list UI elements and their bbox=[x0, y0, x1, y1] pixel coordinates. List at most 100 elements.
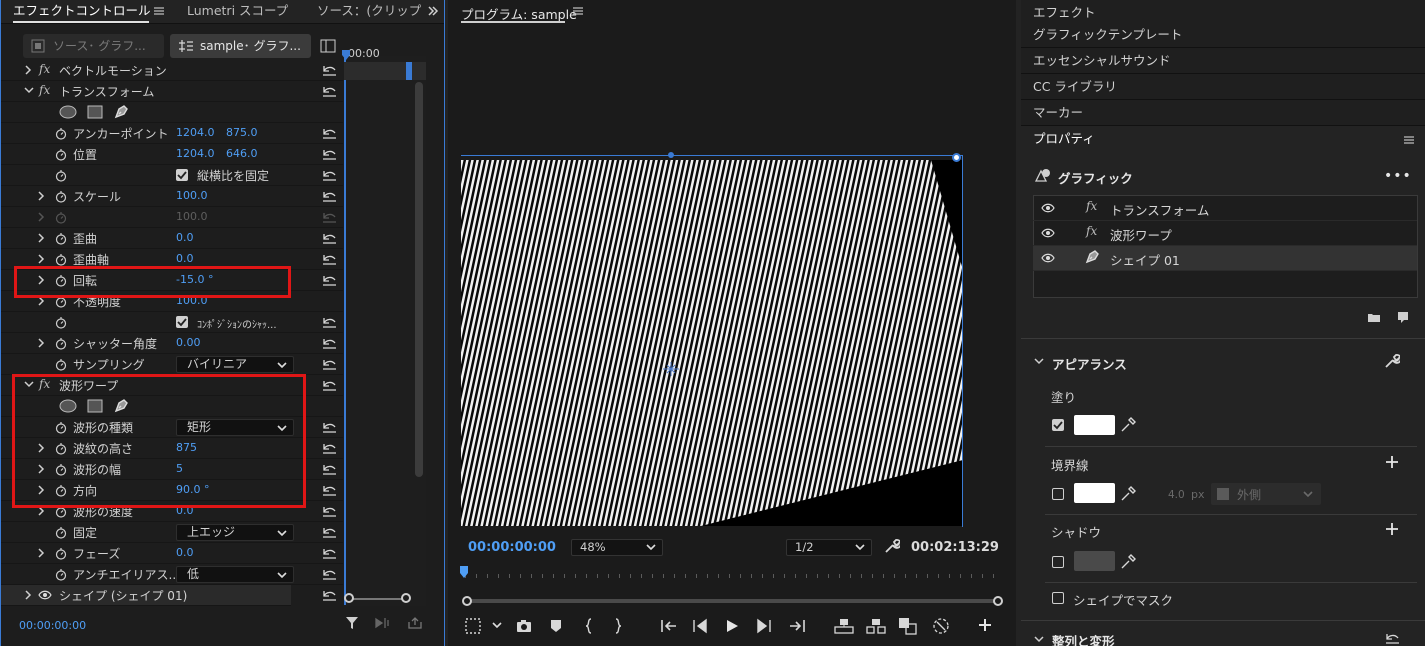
section-graphic-templates[interactable]: グラフィックテンプレート bbox=[1021, 22, 1425, 48]
reset-icon[interactable] bbox=[321, 442, 337, 454]
uniform-scale-checkbox[interactable] bbox=[176, 169, 188, 181]
program-time-ruler[interactable] bbox=[465, 568, 1000, 582]
hamburger-menu-icon[interactable] bbox=[1403, 135, 1415, 145]
phase-value[interactable]: 0.0 bbox=[176, 546, 194, 559]
toggle-timeline-icon[interactable] bbox=[320, 39, 336, 53]
stopwatch-icon[interactable] bbox=[55, 358, 67, 371]
anchor-point-x-value[interactable]: 1204.0 bbox=[176, 126, 215, 139]
stopwatch-icon[interactable] bbox=[55, 232, 67, 245]
skew-value[interactable]: 0.0 bbox=[176, 231, 194, 244]
reset-icon[interactable] bbox=[321, 589, 337, 601]
eye-icon[interactable] bbox=[38, 590, 52, 600]
stopwatch-icon[interactable] bbox=[55, 169, 67, 182]
selection-handle-corner[interactable] bbox=[952, 153, 961, 162]
go-to-out-icon[interactable] bbox=[788, 618, 806, 634]
scale-value[interactable]: 100.0 bbox=[176, 189, 208, 202]
effect-current-time[interactable]: 00:00:00:00 bbox=[19, 619, 86, 632]
fill-checkbox[interactable] bbox=[1052, 419, 1064, 431]
row-shutter-angle[interactable]: シャッター角度 0.00 bbox=[1, 333, 343, 354]
reset-icon[interactable] bbox=[321, 526, 337, 538]
reset-icon[interactable] bbox=[321, 148, 337, 160]
collapse-arrow-icon[interactable] bbox=[1034, 635, 1044, 643]
zoom-level-dropdown[interactable]: 48% bbox=[571, 539, 663, 556]
clip-bar-end[interactable] bbox=[406, 62, 412, 80]
reset-icon[interactable] bbox=[321, 337, 337, 349]
expand-arrow-icon[interactable] bbox=[24, 590, 32, 600]
vr-video-icon[interactable] bbox=[932, 617, 950, 635]
shadow-color-swatch[interactable] bbox=[1074, 551, 1115, 571]
chevron-down-icon[interactable] bbox=[492, 622, 502, 629]
shadow-checkbox[interactable] bbox=[1052, 556, 1064, 568]
add-shadow-icon[interactable] bbox=[1385, 522, 1399, 536]
tab-lumetri-scopes[interactable]: Lumetri スコープ bbox=[187, 0, 288, 24]
stopwatch-icon[interactable] bbox=[55, 148, 67, 161]
program-scroll-handle-right[interactable] bbox=[993, 596, 1003, 606]
stroke-color-swatch[interactable] bbox=[1074, 483, 1115, 503]
wrench-icon[interactable] bbox=[1384, 353, 1400, 369]
stroke-checkbox[interactable] bbox=[1052, 488, 1064, 500]
stopwatch-icon[interactable] bbox=[55, 547, 67, 560]
row-pinning[interactable]: 固定 上エッジ bbox=[1, 522, 343, 543]
timeline-zoom-handle-right[interactable] bbox=[401, 593, 411, 603]
reset-icon[interactable] bbox=[321, 64, 337, 76]
shutter-angle-value[interactable]: 0.00 bbox=[176, 336, 201, 349]
expand-arrow-icon[interactable] bbox=[37, 338, 45, 348]
reset-icon[interactable] bbox=[321, 484, 337, 496]
position-y-value[interactable]: 646.0 bbox=[226, 147, 258, 160]
reset-icon[interactable] bbox=[321, 169, 337, 181]
filter-icon[interactable] bbox=[345, 616, 359, 630]
skew-axis-value[interactable]: 0.0 bbox=[176, 252, 194, 265]
reset-icon[interactable] bbox=[321, 253, 337, 265]
row-uniform-scale[interactable]: 縦横比を固定 bbox=[1, 165, 343, 186]
expand-arrow-icon[interactable] bbox=[37, 191, 45, 201]
comp-shutter-checkbox[interactable] bbox=[176, 316, 188, 328]
reset-icon[interactable] bbox=[321, 568, 337, 580]
fx-icon[interactable]: fx bbox=[39, 83, 50, 97]
export-icon[interactable] bbox=[408, 617, 422, 629]
anchor-point-y-value[interactable]: 875.0 bbox=[226, 126, 258, 139]
reset-icon[interactable] bbox=[321, 232, 337, 244]
step-back-icon[interactable] bbox=[692, 618, 708, 634]
program-zoom-scrollbar[interactable] bbox=[467, 599, 998, 603]
fill-color-swatch[interactable] bbox=[1074, 415, 1115, 435]
add-marker-icon[interactable] bbox=[550, 619, 562, 633]
compare-view-icon[interactable] bbox=[898, 617, 918, 635]
playback-resolution-dropdown[interactable]: 1/2 bbox=[786, 539, 872, 556]
row-phase[interactable]: フェーズ 0.0 bbox=[1, 543, 343, 564]
add-stroke-icon[interactable] bbox=[1385, 455, 1399, 469]
step-forward-icon[interactable] bbox=[756, 618, 772, 634]
more-tabs-icon[interactable] bbox=[427, 5, 439, 17]
lift-icon[interactable] bbox=[834, 617, 854, 635]
row-anchor-point[interactable]: アンカーポイント 1204.0 875.0 bbox=[1, 123, 343, 144]
add-button-icon[interactable] bbox=[978, 618, 992, 632]
hamburger-menu-icon[interactable] bbox=[153, 5, 165, 17]
expand-arrow-icon[interactable] bbox=[37, 233, 45, 243]
row-comp-shutter[interactable]: ｺﾝﾎﾟｼﾞｼｮﾝのｼｬｯ... bbox=[1, 312, 343, 333]
collapse-arrow-icon[interactable] bbox=[24, 86, 34, 94]
row-scale[interactable]: スケール 100.0 bbox=[1, 186, 343, 207]
reset-icon[interactable] bbox=[321, 547, 337, 559]
align-transform-header[interactable]: 整列と変形 bbox=[1052, 631, 1115, 646]
wrench-icon[interactable] bbox=[884, 538, 900, 554]
antialias-dropdown[interactable]: 低 bbox=[176, 566, 294, 583]
safe-margins-icon[interactable] bbox=[465, 618, 481, 634]
row-shape-layer[interactable]: シェイプ (シェイプ 01) bbox=[1, 585, 291, 606]
selection-bounds-top[interactable] bbox=[461, 155, 963, 156]
layer-wave-warp[interactable]: fx 波形ワープ bbox=[1033, 221, 1417, 246]
clip-bar[interactable] bbox=[344, 62, 426, 80]
row-position[interactable]: 位置 1204.0 646.0 bbox=[1, 144, 343, 165]
reset-icon[interactable] bbox=[321, 463, 337, 475]
reset-icon[interactable] bbox=[321, 274, 337, 286]
collapse-arrow-icon[interactable] bbox=[1034, 357, 1044, 365]
rectangle-mask-icon[interactable] bbox=[87, 105, 103, 119]
program-scroll-handle-left[interactable] bbox=[462, 596, 472, 606]
position-x-value[interactable]: 1204.0 bbox=[176, 147, 215, 160]
reset-icon[interactable] bbox=[321, 85, 337, 97]
row-sampling[interactable]: サンプリング バイリニア bbox=[1, 354, 343, 375]
expand-arrow-icon[interactable] bbox=[37, 254, 45, 264]
stopwatch-icon[interactable] bbox=[55, 316, 67, 329]
stopwatch-icon[interactable] bbox=[55, 190, 67, 203]
stopwatch-icon[interactable] bbox=[55, 127, 67, 140]
play-icon[interactable] bbox=[724, 618, 740, 634]
stopwatch-icon[interactable] bbox=[55, 526, 67, 539]
